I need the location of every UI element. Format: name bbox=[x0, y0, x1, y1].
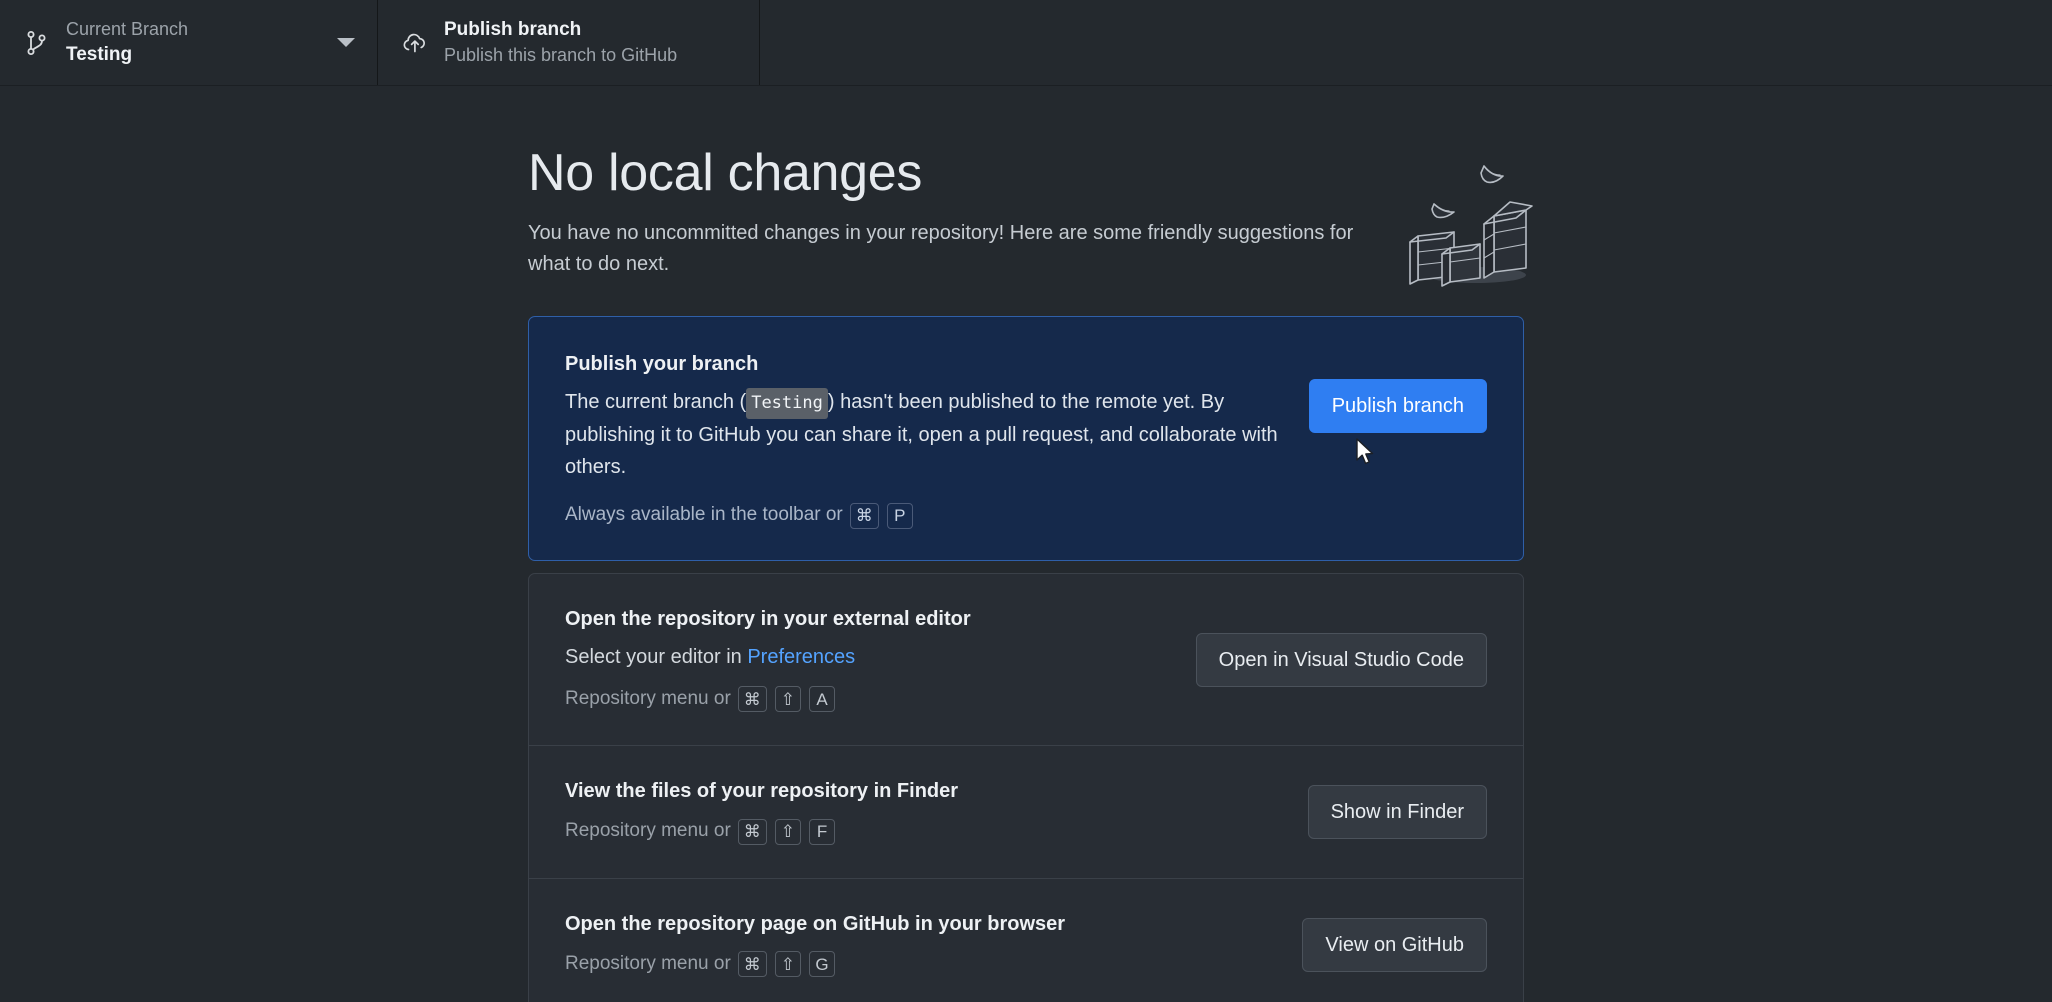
external-editor-text: Open the repository in your external edi… bbox=[565, 606, 1168, 714]
publish-branch-description: The current branch (Testing) hasn't been… bbox=[565, 386, 1279, 483]
finder-shortcut: Repository menu or ⌘ ⇧ F bbox=[565, 817, 1280, 846]
preferences-link[interactable]: Preferences bbox=[747, 646, 855, 668]
publish-branch-subtitle: Publish this branch to GitHub bbox=[444, 45, 678, 66]
branch-icon bbox=[22, 28, 52, 58]
finder-text: View the files of your repository in Fin… bbox=[565, 778, 1280, 846]
suggestion-github: Open the repository page on GitHub in yo… bbox=[529, 879, 1523, 1002]
kbd-command-icon: ⌘ bbox=[737, 686, 767, 713]
chevron-down-icon bbox=[337, 38, 355, 47]
kbd-shift-icon: ⇧ bbox=[774, 818, 802, 845]
publish-branch-toolbar-button[interactable]: Publish branch Publish this branch to Gi… bbox=[378, 0, 760, 85]
kbd-a: A bbox=[809, 686, 836, 713]
kbd-command-icon: ⌘ bbox=[849, 502, 879, 529]
publish-branch-shortcut: Always available in the toolbar or ⌘ P bbox=[565, 501, 1279, 530]
github-text: Open the repository page on GitHub in yo… bbox=[565, 911, 1274, 979]
finder-heading: View the files of your repository in Fin… bbox=[565, 780, 959, 803]
branch-name-chip: Testing bbox=[746, 388, 828, 420]
suggestion-publish-branch: Publish your branch The current branch (… bbox=[528, 316, 1524, 561]
external-editor-description: Select your editor in Preferences bbox=[565, 641, 1168, 673]
secondary-suggestions-card: Open the repository in your external edi… bbox=[528, 572, 1524, 1002]
open-in-editor-button[interactable]: Open in Visual Studio Code bbox=[1195, 632, 1487, 687]
external-editor-shortcut: Repository menu or ⌘ ⇧ A bbox=[565, 685, 1168, 714]
kbd-g: G bbox=[809, 951, 836, 978]
publish-branch-heading: Publish your branch bbox=[565, 353, 759, 376]
publish-branch-description-before: The current branch ( bbox=[565, 391, 747, 414]
external-editor-heading: Open the repository in your external edi… bbox=[565, 607, 971, 630]
current-branch-value: Testing bbox=[66, 43, 133, 65]
publish-branch-button[interactable]: Publish branch bbox=[1308, 379, 1487, 434]
github-heading: Open the repository page on GitHub in yo… bbox=[565, 912, 1066, 935]
suggestion-finder: View the files of your repository in Fin… bbox=[529, 746, 1523, 879]
boxes-and-birds-illustration bbox=[1398, 158, 1548, 288]
cloud-upload-icon bbox=[400, 28, 430, 58]
app-toolbar: Current Branch Testing Publish branch Pu… bbox=[0, 0, 2052, 86]
kbd-shift-icon: ⇧ bbox=[774, 951, 802, 978]
hero-section: No local changes You have no uncommitted… bbox=[528, 144, 1533, 287]
finder-shortcut-label: Repository menu or bbox=[565, 820, 731, 842]
kbd-p: P bbox=[886, 502, 913, 529]
no-changes-view: No local changes You have no uncommitted… bbox=[0, 86, 2052, 1002]
current-branch-label: Current Branch bbox=[66, 19, 189, 40]
github-shortcut: Repository menu or ⌘ ⇧ G bbox=[565, 950, 1274, 979]
view-on-github-button[interactable]: View on GitHub bbox=[1302, 917, 1487, 972]
kbd-f: F bbox=[809, 818, 836, 845]
github-shortcut-label: Repository menu or bbox=[565, 952, 731, 974]
current-branch-dropdown[interactable]: Current Branch Testing bbox=[0, 0, 378, 85]
suggestions-list: Publish your branch The current branch (… bbox=[528, 316, 1524, 1002]
show-in-finder-button[interactable]: Show in Finder bbox=[1307, 785, 1487, 840]
external-editor-description-prefix: Select your editor in bbox=[565, 645, 742, 668]
external-editor-shortcut-label: Repository menu or bbox=[565, 687, 731, 709]
page-subtitle: You have no uncommitted changes in your … bbox=[528, 222, 1354, 276]
publish-branch-shortcut-label: Always available in the toolbar or bbox=[565, 504, 843, 526]
kbd-command-icon: ⌘ bbox=[737, 818, 767, 845]
publish-branch-text: Publish your branch The current branch (… bbox=[565, 351, 1279, 530]
kbd-command-icon: ⌘ bbox=[737, 951, 767, 978]
page-title: No local changes bbox=[528, 144, 923, 202]
suggestion-external-editor: Open the repository in your external edi… bbox=[529, 574, 1523, 747]
publish-branch-title: Publish branch bbox=[444, 19, 582, 41]
kbd-shift-icon: ⇧ bbox=[774, 686, 802, 713]
content-column: No local changes You have no uncommitted… bbox=[528, 86, 1533, 1002]
